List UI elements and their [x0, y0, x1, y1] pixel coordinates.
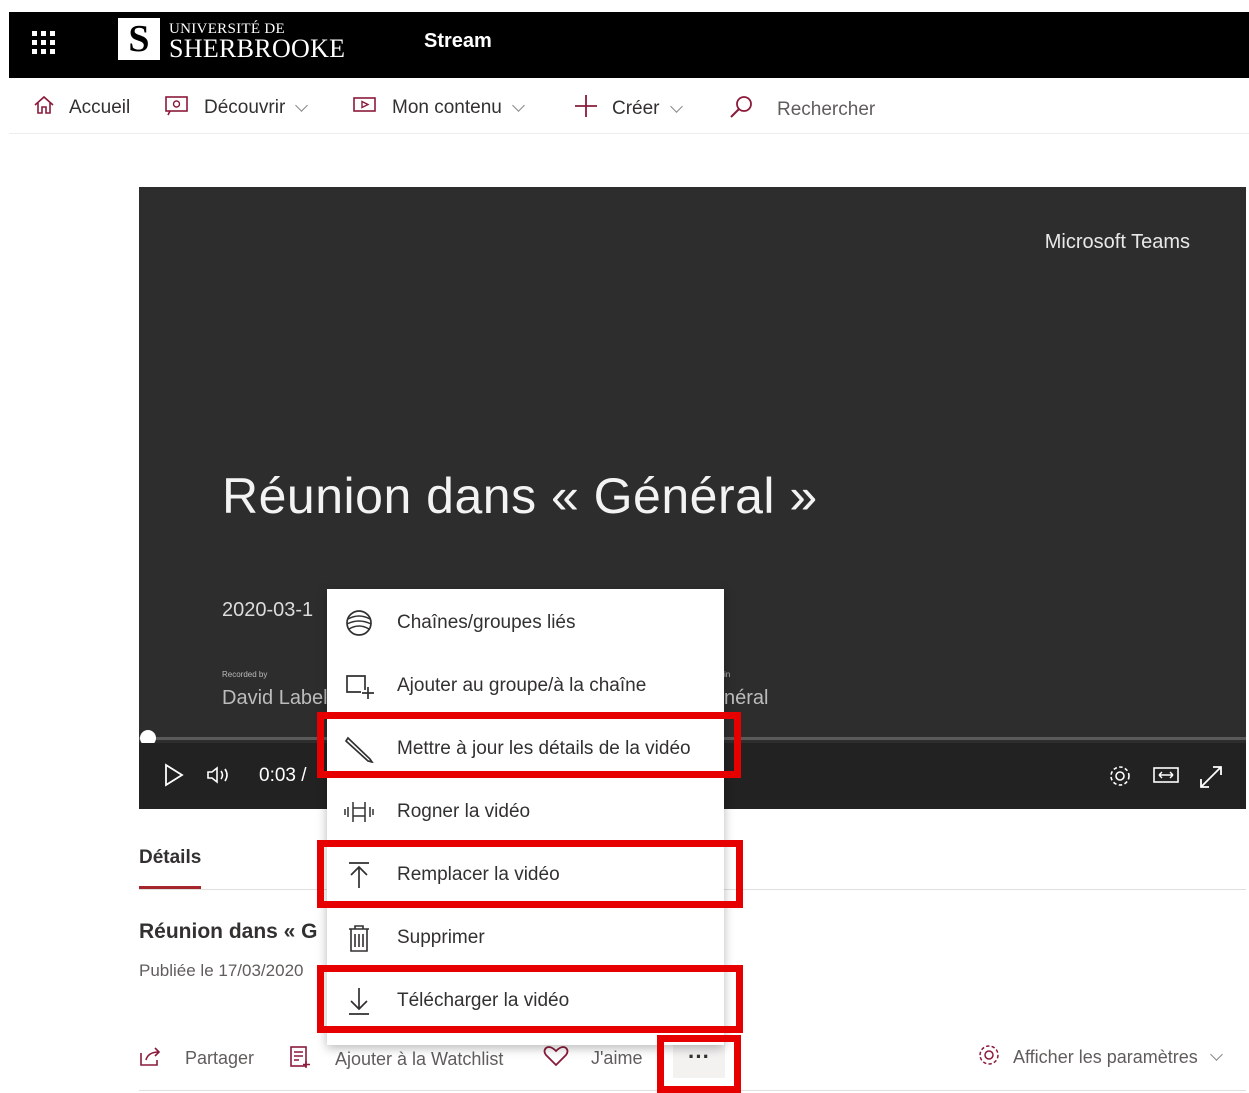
menu-item-label: Supprimer: [397, 927, 485, 948]
watchlist-label: Ajouter à la Watchlist: [335, 1049, 504, 1069]
menu-item-label: Rogner la vidéo: [397, 801, 531, 822]
highlight-update-details: [317, 712, 741, 778]
watchlist-icon: [289, 1045, 313, 1074]
nav-my-content[interactable]: Mon contenu: [352, 94, 525, 122]
nav-discover-label: Découvrir: [204, 97, 286, 118]
trash-icon: [343, 924, 375, 952]
share-label: Partager: [185, 1048, 255, 1068]
playback-time: 0:03 /: [259, 765, 307, 786]
channels-icon: [343, 609, 375, 637]
menu-item-linked-channels[interactable]: Chaînes/groupes liés: [327, 591, 724, 654]
app-title[interactable]: Stream: [424, 30, 492, 53]
nav-search-label: Rechercher: [777, 99, 876, 120]
gear-icon[interactable]: [1107, 763, 1133, 794]
nav-bar: Accueil Découvrir Mon contenu Créer Rech…: [9, 80, 1249, 134]
trim-icon: [343, 798, 375, 826]
details-video-title: Réunion dans « G: [139, 920, 318, 943]
menu-item-delete[interactable]: Supprimer: [327, 906, 724, 969]
university-logo[interactable]: S: [118, 18, 160, 60]
tab-details[interactable]: Détails: [139, 847, 201, 869]
search-icon: [729, 94, 755, 126]
channel-label: in: [724, 670, 731, 679]
add-to-watchlist-button[interactable]: Ajouter à la Watchlist: [289, 1045, 503, 1074]
fullscreen-icon[interactable]: [1197, 763, 1225, 796]
add-to-group-icon: [343, 672, 375, 700]
app-launcher-icon[interactable]: [30, 29, 56, 55]
theater-mode-icon[interactable]: [1152, 763, 1180, 792]
nav-create-label: Créer: [612, 98, 660, 119]
home-icon: [33, 94, 55, 122]
menu-item-add-to-group[interactable]: Ajouter au groupe/à la chaîne: [327, 654, 724, 717]
video-slide-title: Réunion dans « Général »: [222, 468, 818, 524]
nav-my-content-label: Mon contenu: [392, 97, 502, 118]
show-settings-button[interactable]: Afficher les paramètres: [977, 1043, 1223, 1072]
recorded-by-label: Recorded by: [222, 670, 268, 679]
discover-icon: [164, 94, 190, 122]
like-label: J'aime: [591, 1048, 643, 1068]
highlight-replace-video: [317, 840, 743, 908]
logo-line-2: SHERBROOKE: [169, 34, 346, 63]
share-icon: [139, 1045, 163, 1072]
nav-home-label: Accueil: [69, 97, 131, 118]
chevron-down-icon: [1209, 1048, 1223, 1061]
highlight-more-button: [657, 1035, 741, 1093]
chevron-down-icon: [669, 99, 683, 113]
nav-create[interactable]: Créer: [574, 94, 683, 124]
video-brand: Microsoft Teams: [1044, 231, 1190, 253]
play-icon[interactable]: [163, 763, 185, 792]
plus-icon: [574, 94, 598, 124]
menu-item-label: Ajouter au groupe/à la chaîne: [397, 675, 647, 696]
heart-icon: [543, 1045, 569, 1072]
menu-item-trim-video[interactable]: Rogner la vidéo: [327, 780, 724, 843]
published-date: Publiée le 17/03/2020: [139, 961, 304, 980]
video-slide-date: 2020-03-1: [222, 599, 314, 621]
like-button[interactable]: J'aime: [543, 1045, 642, 1072]
top-bar: S UNIVERSITÉ DE SHERBROOKE Stream: [9, 12, 1249, 78]
highlight-download-video: [317, 965, 743, 1033]
chevron-down-icon: [295, 98, 309, 112]
my-content-icon: [352, 94, 378, 122]
gear-icon: [977, 1043, 1001, 1072]
channel-name: néral: [724, 687, 769, 709]
menu-item-label: Chaînes/groupes liés: [397, 612, 576, 633]
share-button[interactable]: Partager: [139, 1045, 254, 1072]
chevron-down-icon: [511, 98, 525, 112]
show-settings-label: Afficher les paramètres: [1013, 1047, 1198, 1067]
recorded-by-name: David Label: [222, 687, 328, 709]
nav-discover[interactable]: Découvrir: [164, 94, 309, 122]
volume-icon[interactable]: [206, 763, 234, 792]
nav-search[interactable]: Rechercher: [729, 94, 875, 126]
nav-home[interactable]: Accueil: [33, 94, 130, 122]
